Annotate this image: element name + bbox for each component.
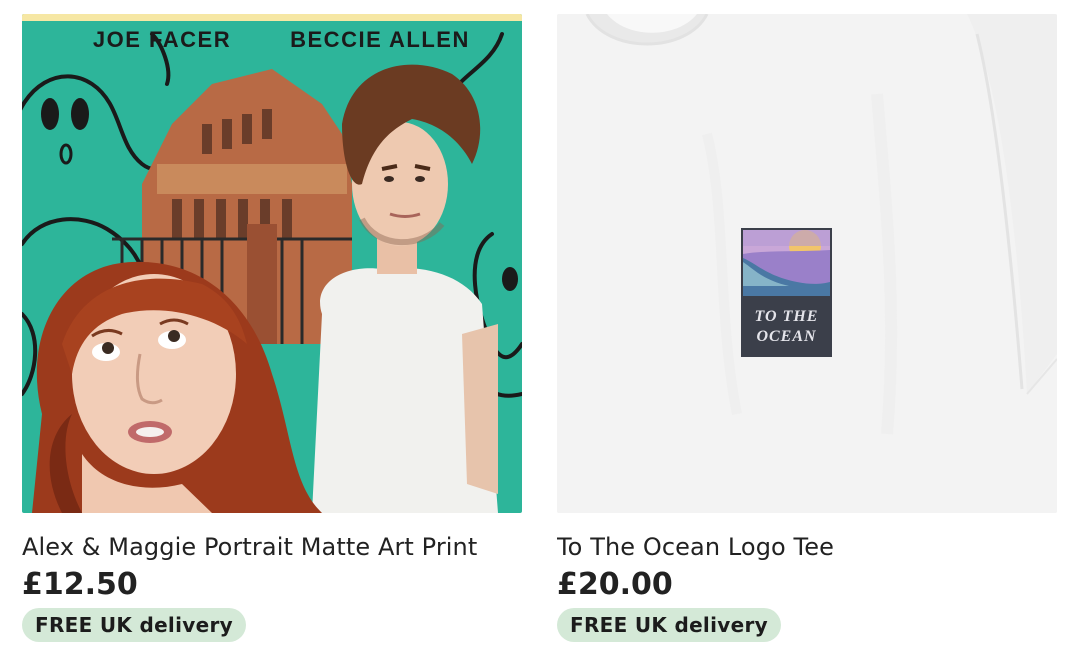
listing-title[interactable]: To The Ocean Logo Tee [557,531,1057,563]
print-name-left: JOE FACER [93,27,231,52]
patch-text-line-1: TO THE [755,308,819,325]
print-name-right: BECCIE ALLEN [290,27,470,52]
listing-price: £12.50 [22,567,138,602]
tee-logo-patch: TO THE OCEAN [741,228,832,357]
listing-title[interactable]: Alex & Maggie Portrait Matte Art Print [22,531,522,563]
patch-text-line-2: OCEAN [756,328,817,345]
free-delivery-badge: FREE UK delivery [557,608,781,642]
listing-card-art-print[interactable]: JOE FACER BECCIE ALLEN Alex & Maggie Por… [22,14,522,654]
listing-price: £20.00 [557,567,673,602]
listing-grid: JOE FACER BECCIE ALLEN Alex & Maggie Por… [22,14,1062,654]
listing-image-art-print[interactable]: JOE FACER BECCIE ALLEN [22,14,522,513]
listing-image-logo-tee[interactable]: TO THE OCEAN [557,14,1057,513]
free-delivery-badge: FREE UK delivery [22,608,246,642]
listing-card-logo-tee[interactable]: TO THE OCEAN To The Ocean Logo Tee £20.0… [557,14,1057,654]
